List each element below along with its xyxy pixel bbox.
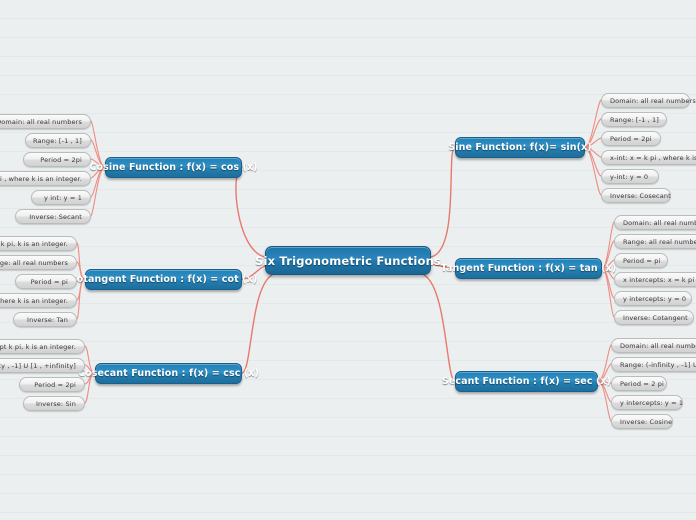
leaf-text: Range: [-1 , 1]	[610, 115, 659, 124]
leaf-secant-inverse[interactable]: Inverse: Cosine	[611, 414, 673, 429]
branch-label-cosecant: Cosecant Function : f(x) = csc (x)	[78, 368, 259, 379]
leaf-text: y intercepts: y = 0	[623, 294, 687, 303]
leaf-text: y-int: y = 0	[610, 172, 649, 181]
leaf-tangent-range[interactable]: Range: all real numbers	[614, 234, 696, 249]
leaf-cosecant-range[interactable]: Range: (-infinity , -1] U [1 , +infinity…	[0, 358, 85, 373]
leaf-text: x-int: x = pi/2 + k pi, where k is an in…	[0, 296, 68, 305]
connector-central-secant	[423, 274, 456, 382]
leaf-secant-domain[interactable]: Domain: all real numbers except pi/2 + k…	[611, 338, 696, 353]
connector-central-cosine	[235, 166, 266, 258]
leaf-cosecant-inverse[interactable]: Inverse: Sin	[23, 396, 85, 411]
leaf-cotangent-domain[interactable]: Domain: all real numbers except k pi, k …	[0, 236, 77, 251]
leaf-text: Inverse: Sin	[35, 399, 76, 408]
leaf-text: Inverse: Cosine	[620, 417, 673, 426]
leaf-sine-period[interactable]: Period = 2pi	[601, 131, 661, 146]
leaf-sine-x-int[interactable]: x-int: x = k pi , where k is an integer.	[601, 150, 696, 165]
leaf-cosecant-period[interactable]: Period = 2pi	[19, 377, 85, 392]
branch-label-secant: Secant Function : f(x) = sec (x)	[441, 376, 612, 387]
leaf-tangent-x-int[interactable]: x intercepts: x = k pi , k is an integer	[614, 272, 696, 287]
central-node[interactable]: Six Trigonometric Functions	[255, 246, 441, 275]
leaf-text: y int: y = 1	[43, 193, 82, 202]
leaf-secant-y-int[interactable]: y intercepts: y = 1	[611, 395, 683, 410]
branch-label-tangent: Tangent Function : f(x) = tan (x)	[440, 263, 617, 274]
leaf-text: Period = pi	[623, 256, 661, 265]
leaf-text: Domain: all real numbers	[610, 96, 696, 105]
leaf-text: Range: all real numbers	[0, 258, 68, 267]
leaf-text: Inverse: Cosecant	[610, 191, 671, 200]
branch-node-cosecant[interactable]: Cosecant Function : f(x) = csc (x)	[78, 363, 259, 384]
leaf-text: y intercepts: y = 1	[620, 398, 684, 407]
leaf-sine-y-int[interactable]: y-int: y = 0	[601, 169, 659, 184]
leaf-text: Range: (-infinity , -1] U [1 , +infinity…	[620, 360, 696, 369]
leaf-text: Range: all real numbers	[623, 237, 696, 246]
leaf-cosine-inverse[interactable]: Inverse: Secant	[15, 209, 91, 224]
leaf-text: Domain: all real numbers except pi/2 + k…	[623, 218, 696, 227]
branch-node-cotangent[interactable]: Cotangent Function : f(x) = cot (x)	[70, 269, 257, 290]
branch-node-tangent[interactable]: Tangent Function : f(x) = tan (x)	[441, 258, 616, 279]
leaf-secant-range[interactable]: Range: (-infinity , -1] U [1 , +infinity…	[611, 357, 696, 372]
leaf-text: Domain: all real numbers except k pi, k …	[0, 239, 68, 248]
branch-node-cosine[interactable]: Cosine Function : f(x) = cos (x)	[89, 157, 258, 178]
leaf-tangent-domain[interactable]: Domain: all real numbers except pi/2 + k…	[614, 215, 696, 230]
leaf-text: Domain: all real numbers	[0, 117, 82, 126]
leaf-text: Period = pi	[30, 277, 68, 286]
branch-label-sine: Sine Function: f(x)= sin(x)	[448, 142, 592, 153]
leaf-text: Period = 2pi	[610, 134, 652, 143]
leaf-text: Inverse: Cotangent	[623, 313, 688, 322]
branch-label-cosine: Cosine Function : f(x) = cos (x)	[89, 162, 258, 173]
connector-central-cosecant	[241, 274, 273, 374]
leaf-text: x intercepts: x = k pi , k is an integer	[623, 275, 696, 284]
leaf-text: Range: [-1 , 1]	[33, 136, 82, 145]
leaf-text: Domain: all real numbers except pi/2 + k…	[620, 341, 696, 350]
leaf-cosine-y-int[interactable]: y int: y = 1	[31, 190, 91, 205]
mindmap-canvas: Six Trigonometric Functions Cosine Funct…	[0, 0, 696, 520]
leaf-text: Inverse: Secant	[29, 212, 82, 221]
leaf-cosine-range[interactable]: Range: [-1 , 1]	[25, 133, 91, 148]
leaf-text: Period = 2pi	[34, 380, 76, 389]
leaf-text: Inverse: Tan	[27, 315, 68, 324]
branch-label-cotangent: Cotangent Function : f(x) = cot (x)	[69, 274, 258, 285]
leaf-cotangent-x-int[interactable]: x-int: x = pi/2 + k pi, where k is an in…	[0, 293, 77, 308]
leaf-cosine-period[interactable]: Period = 2pi	[23, 152, 91, 167]
leaf-text: Period = 2pi	[40, 155, 82, 164]
leaf-text: Range: (-infinity , -1] U [1 , +infinity…	[0, 361, 76, 370]
branch-node-secant[interactable]: Secant Function : f(x) = sec (x)	[442, 371, 611, 392]
leaf-cotangent-period[interactable]: Period = pi	[15, 274, 77, 289]
leaf-secant-period[interactable]: Period = 2 pi	[611, 376, 667, 391]
leaf-tangent-y-int[interactable]: y intercepts: y = 0	[614, 291, 692, 306]
leaf-cotangent-inverse[interactable]: Inverse: Tan	[13, 312, 77, 327]
leaf-tangent-period[interactable]: Period = pi	[614, 253, 668, 268]
branch-node-sine[interactable]: Sine Function: f(x)= sin(x)	[448, 137, 592, 158]
central-node-label: Six Trigonometric Functions	[254, 253, 442, 268]
leaf-sine-range[interactable]: Range: [-1 , 1]	[601, 112, 667, 127]
leaf-text: Domain: all real numbers except k pi, k …	[0, 342, 76, 351]
leaf-tangent-inverse[interactable]: Inverse: Cotangent	[614, 310, 694, 325]
leaf-cosine-x-int[interactable]: x-int: x = pi/2 + k pi , where k is an i…	[0, 171, 91, 186]
leaf-cotangent-range[interactable]: Range: all real numbers	[0, 255, 77, 270]
leaf-text: x-int: x = pi/2 + k pi , where k is an i…	[0, 174, 82, 183]
connector-central-sine	[430, 146, 456, 258]
leaf-cosecant-domain[interactable]: Domain: all real numbers except k pi, k …	[0, 339, 85, 354]
leaf-text: x-int: x = k pi , where k is an integer.	[610, 153, 696, 162]
leaf-sine-inverse[interactable]: Inverse: Cosecant	[601, 188, 671, 203]
leaf-cosine-domain[interactable]: Domain: all real numbers	[0, 114, 91, 129]
leaf-sine-domain[interactable]: Domain: all real numbers	[601, 93, 696, 108]
leaf-text: Period = 2 pi	[620, 379, 664, 388]
